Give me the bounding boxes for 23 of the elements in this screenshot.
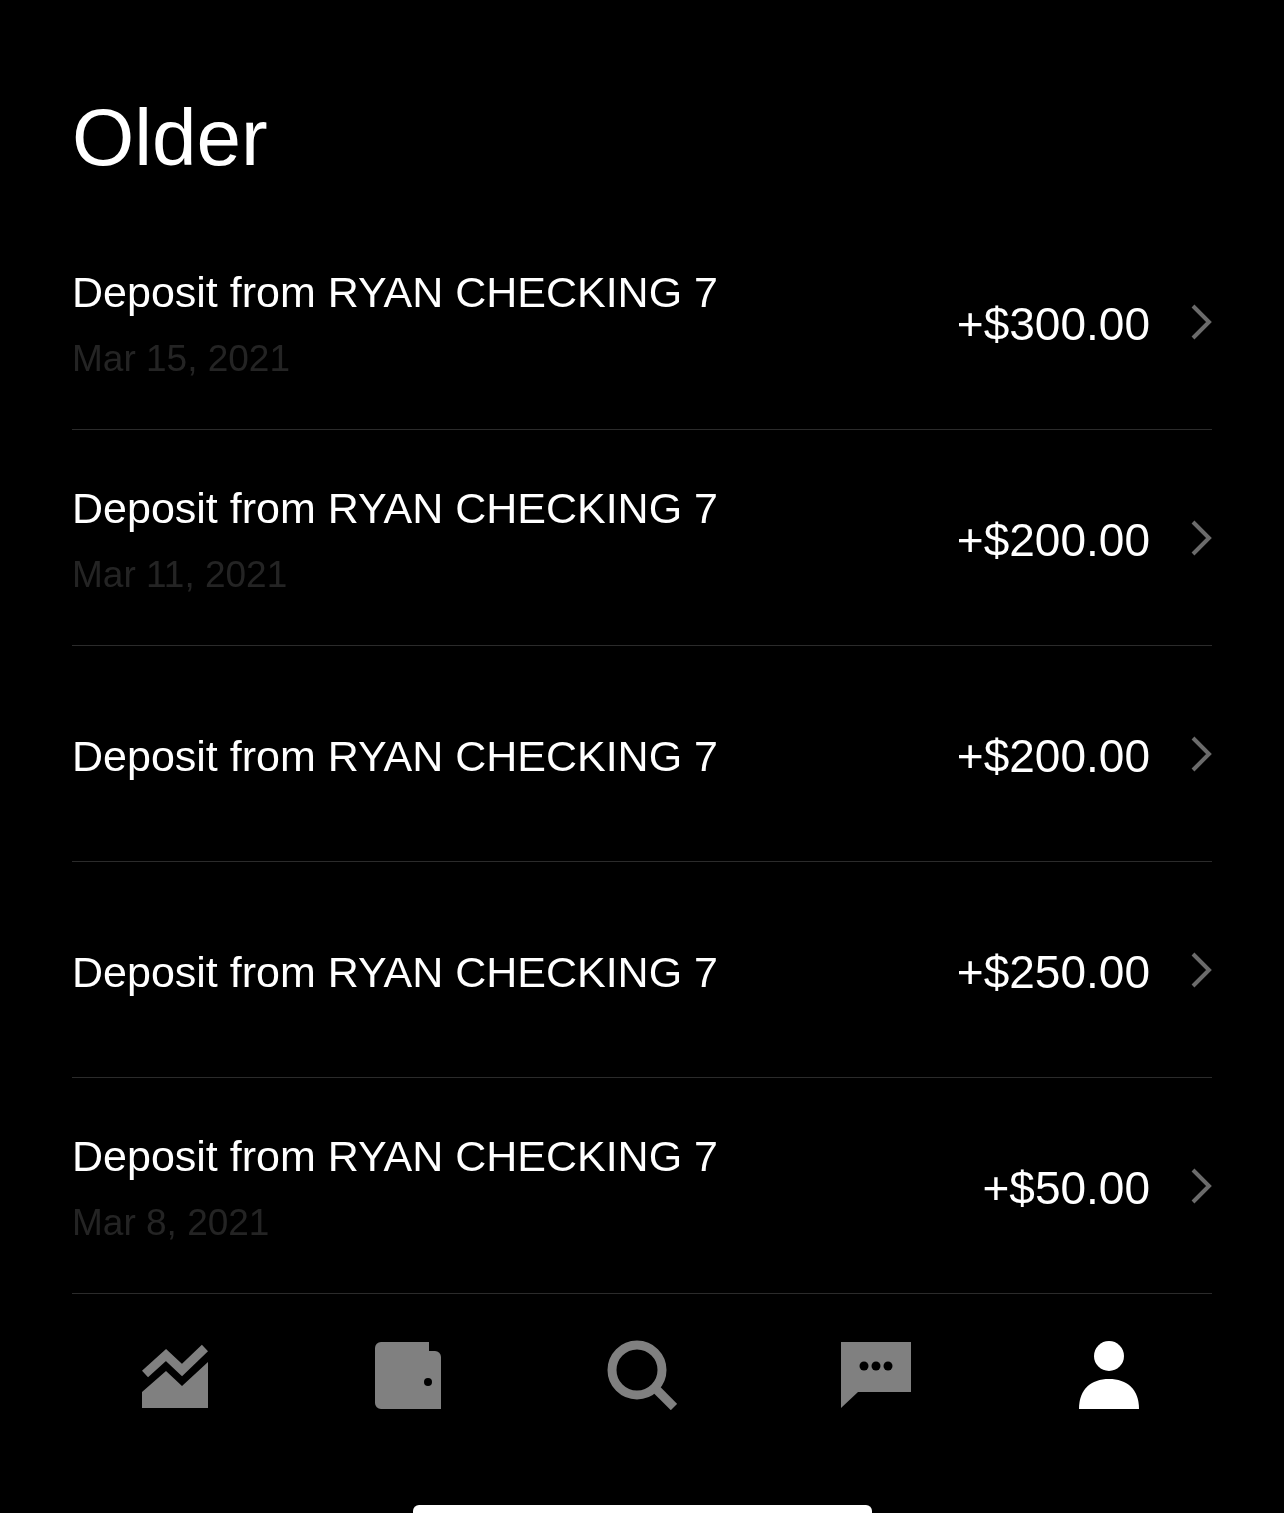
transaction-title: Deposit from RYAN CHECKING 7 xyxy=(72,266,718,317)
chevron-icon xyxy=(1190,1166,1212,1205)
transaction-amount: +$50.00 xyxy=(982,1160,1150,1215)
chevron-icon xyxy=(1190,950,1212,989)
transaction-title: Deposit from RYAN CHECKING 7 xyxy=(72,482,718,533)
chevron-icon xyxy=(1190,518,1212,557)
transaction-amount: +$200.00 xyxy=(956,728,1150,783)
section-title: Older xyxy=(72,92,268,184)
transaction-row[interactable]: Deposit from RYAN CHECKING 7 +$250.00 xyxy=(72,862,1212,1078)
transaction-amount: +$300.00 xyxy=(956,296,1150,351)
wallet-icon xyxy=(375,1341,442,1409)
search-icon xyxy=(607,1340,677,1410)
transaction-row[interactable]: Deposit from RYAN CHECKING 7 +$200.00 xyxy=(72,646,1212,862)
transaction-amount: +$200.00 xyxy=(956,512,1150,567)
transaction-title: Deposit from RYAN CHECKING 7 xyxy=(72,730,718,781)
person-icon xyxy=(1079,1341,1140,1409)
chevron-icon xyxy=(1190,302,1212,341)
transaction-title: Deposit from RYAN CHECKING 7 xyxy=(72,1130,718,1181)
area-chart-icon xyxy=(141,1342,208,1408)
chat-bubble-icon xyxy=(840,1342,911,1408)
chevron-icon xyxy=(1190,734,1212,773)
transaction-title: Deposit from RYAN CHECKING 7 xyxy=(72,946,718,997)
transaction-amount: +$250.00 xyxy=(956,944,1150,999)
